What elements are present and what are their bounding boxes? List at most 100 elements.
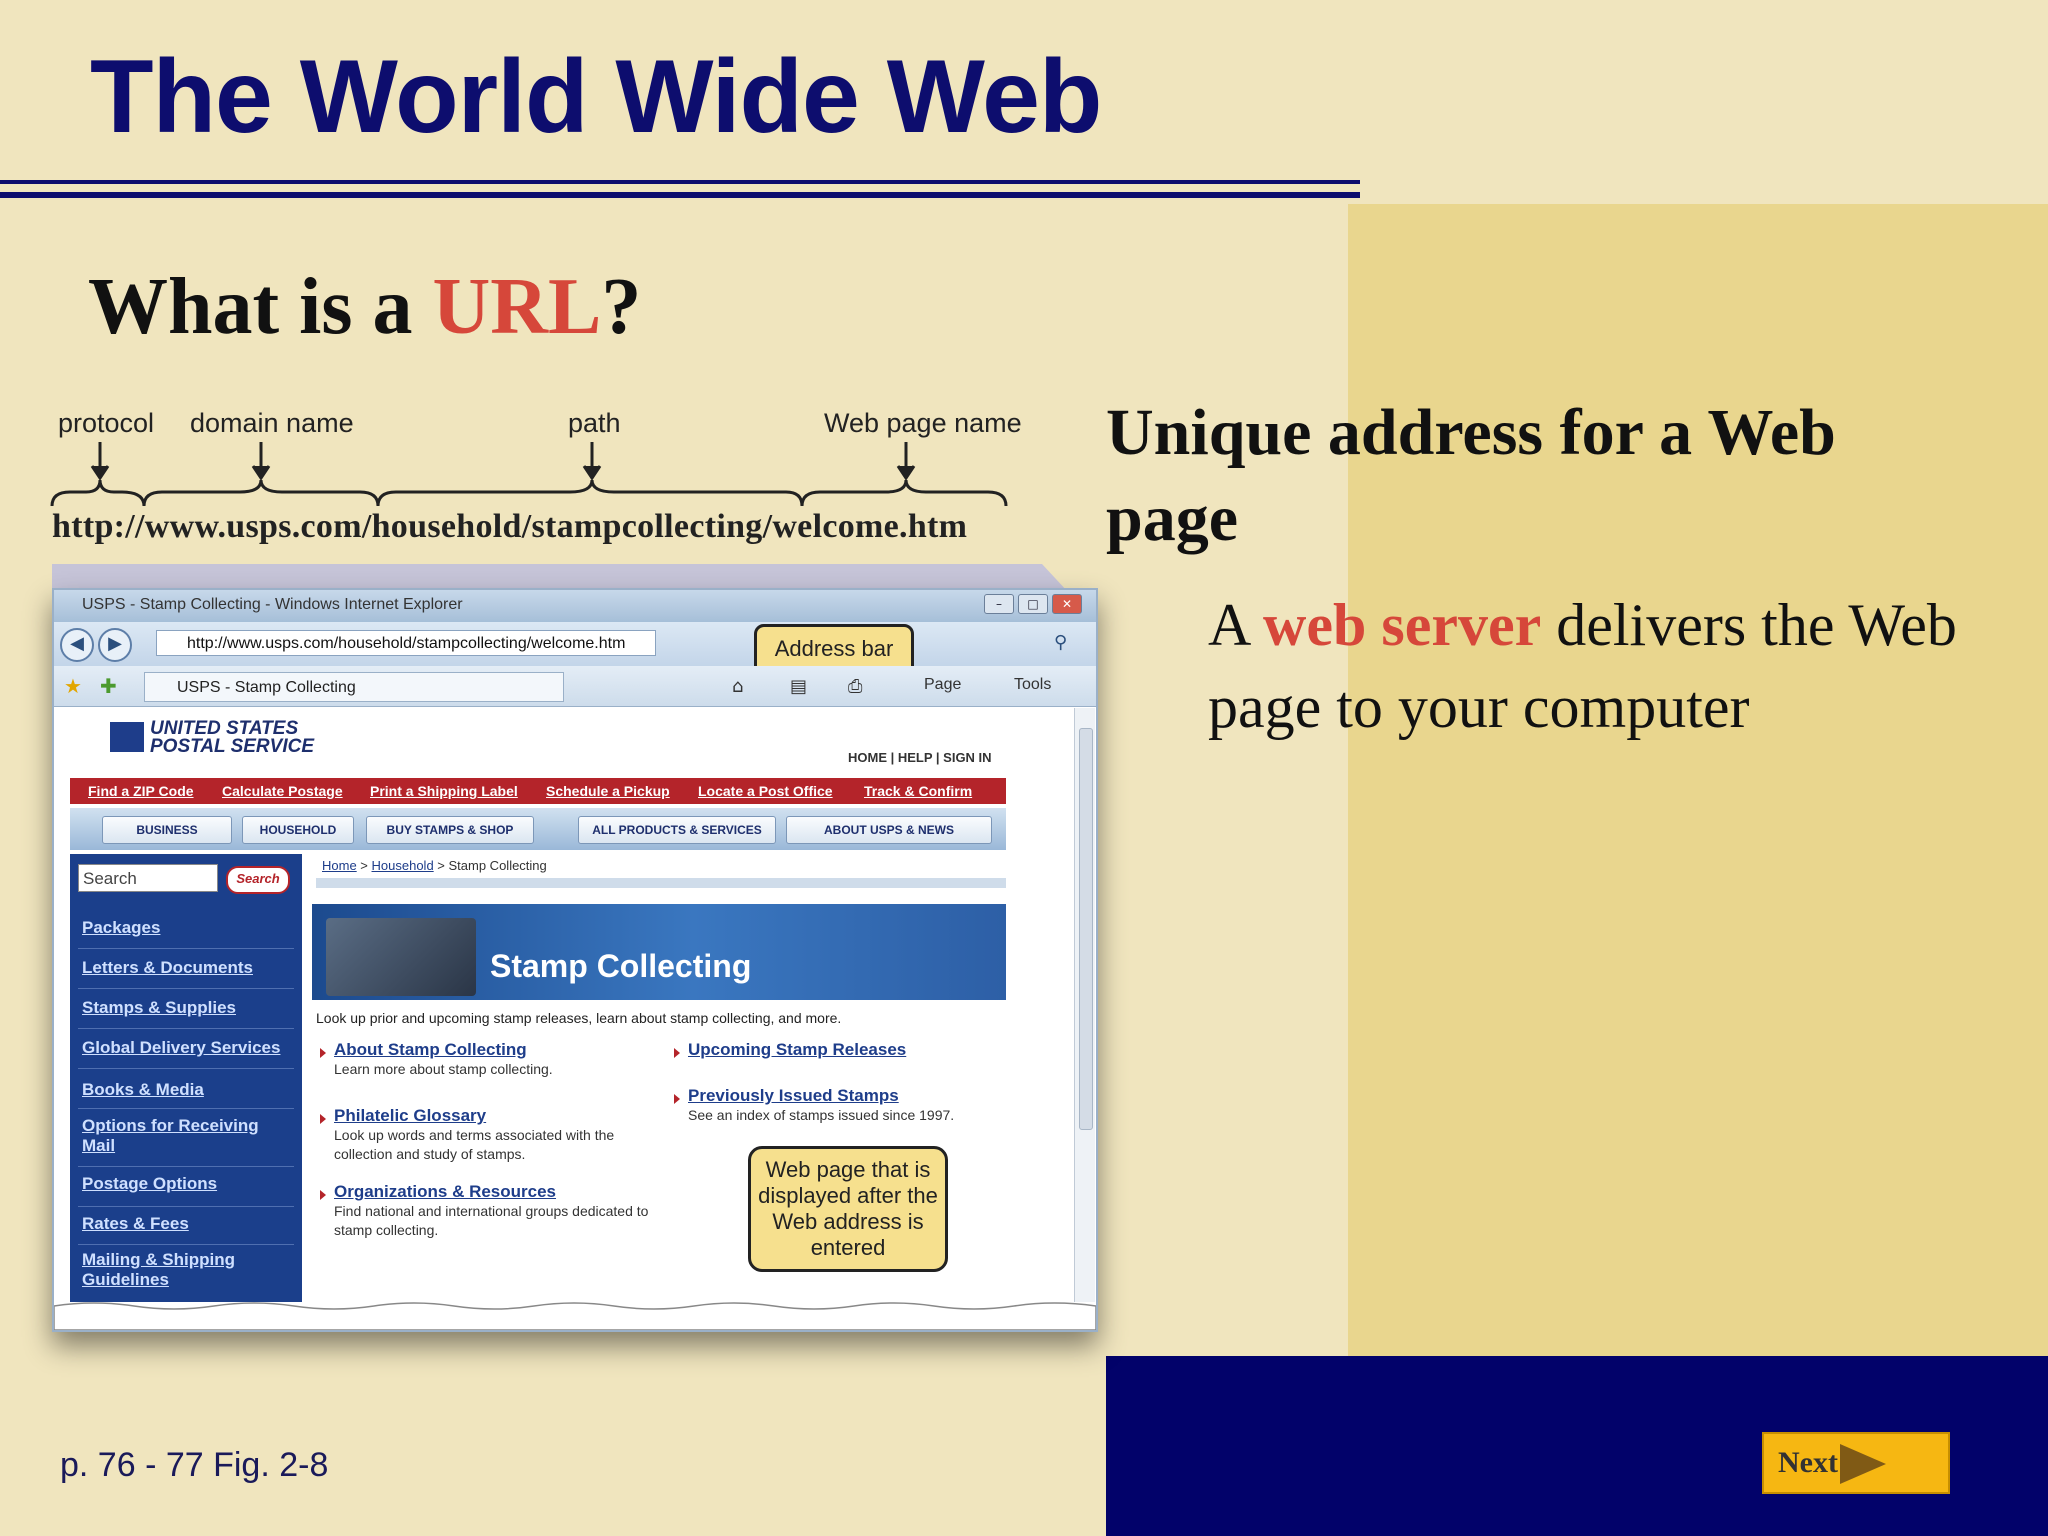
sidebar-item-stamps[interactable]: Stamps & Supplies: [82, 998, 236, 1018]
torn-edge: [54, 1302, 1096, 1330]
link-upcoming-stamp-releases[interactable]: Upcoming Stamp Releases: [688, 1040, 906, 1060]
sidebar-item-postage-options[interactable]: Postage Options: [82, 1174, 217, 1194]
next-label: Next: [1778, 1446, 1838, 1479]
search-button[interactable]: Search: [226, 866, 290, 894]
figure-caption: p. 76 - 77 Fig. 2-8: [60, 1446, 329, 1484]
link-locate-post-office[interactable]: Locate a Post Office: [698, 783, 833, 799]
article-desc: Learn more about stamp collecting.: [334, 1061, 553, 1077]
browser-navbar: ◀ ▶ http://www.usps.com/household/stampc…: [54, 622, 1096, 666]
sidebar: Search Search Packages Letters & Documen…: [70, 854, 302, 1302]
question-heading: What is a URL?: [88, 262, 641, 353]
breadcrumb-rule: [316, 878, 1006, 888]
bullet-icon: [320, 1048, 326, 1058]
browser-window: USPS - Stamp Collecting - Windows Intern…: [52, 588, 1098, 1332]
sidebar-item-mailing-guidelines[interactable]: Mailing & Shipping Guidelines: [82, 1250, 282, 1290]
page-menu[interactable]: Page: [924, 676, 961, 694]
sidebar-item-books-media[interactable]: Books & Media: [82, 1080, 204, 1100]
link-track-confirm[interactable]: Track & Confirm: [864, 783, 972, 799]
breadcrumb-household[interactable]: Household: [372, 858, 434, 873]
scrollbar-thumb[interactable]: [1079, 728, 1093, 1130]
sidebar-item-letters[interactable]: Letters & Documents: [82, 958, 253, 978]
feeds-icon[interactable]: ▤: [790, 676, 807, 697]
forward-icon[interactable]: ▶: [98, 628, 132, 662]
right-panel: [1348, 204, 2048, 1356]
bullet-icon: [674, 1048, 680, 1058]
sub-point-term: web server: [1263, 592, 1542, 658]
link-calculate-postage[interactable]: Calculate Postage: [222, 783, 343, 799]
question-prefix: What is a: [88, 263, 433, 351]
next-arrow-icon: [1840, 1444, 1886, 1484]
usps-logo[interactable]: UNITED STATES POSTAL SERVICE: [110, 718, 410, 758]
link-organizations-resources[interactable]: Organizations & Resources: [334, 1182, 556, 1202]
next-button[interactable]: Next: [1762, 1432, 1950, 1494]
article-desc: Look up words and terms associated with …: [334, 1127, 615, 1162]
web-page-callout: Web page that is displayed after the Web…: [748, 1146, 948, 1272]
sub-point-text: A web server delivers the Web page to yo…: [1208, 584, 2008, 748]
main-nav-bar: BUSINESS HOUSEHOLD BUY STAMPS & SHOP ALL…: [70, 808, 1006, 850]
tab-household[interactable]: HOUSEHOLD: [242, 816, 354, 844]
sub-point-prefix: A: [1208, 592, 1264, 658]
link-philatelic-glossary[interactable]: Philatelic Glossary: [334, 1106, 486, 1126]
intro-text: Look up prior and upcoming stamp release…: [316, 1010, 842, 1026]
article-desc: See an index of stamps issued since 1997…: [688, 1107, 955, 1123]
browser-window-title: USPS - Stamp Collecting - Windows Intern…: [82, 596, 463, 613]
address-bar-input[interactable]: http://www.usps.com/household/stampcolle…: [156, 630, 656, 656]
favorites-star-icon[interactable]: ★: [64, 674, 82, 698]
title-rule: [0, 180, 1360, 198]
question-suffix: ?: [601, 263, 642, 351]
search-icon[interactable]: ⚲: [1054, 632, 1067, 653]
breadcrumb: Home > Household > Stamp Collecting: [322, 858, 547, 873]
vertical-scrollbar[interactable]: [1074, 708, 1095, 1302]
url-brace-diagram: [50, 442, 1008, 507]
definition-text: Unique address for a Web page: [1106, 396, 1836, 555]
diagram-url: http://www.usps.com/household/stampcolle…: [52, 508, 968, 545]
slide-title: The World Wide Web: [90, 39, 1102, 155]
browser-titlebar: USPS - Stamp Collecting - Windows Intern…: [54, 590, 1096, 622]
link-find-zip[interactable]: Find a ZIP Code: [88, 783, 194, 799]
sidebar-divider: [78, 1028, 294, 1029]
bullet-icon: [674, 1094, 680, 1104]
tab-about-usps[interactable]: ABOUT USPS & NEWS: [786, 816, 992, 844]
bullet-icon: [320, 1114, 326, 1124]
banner-photo: [326, 918, 476, 996]
add-favorites-icon[interactable]: ✚: [100, 674, 117, 698]
article-desc: Find national and international groups d…: [334, 1203, 649, 1238]
sidebar-item-receiving-mail[interactable]: Options for Receiving Mail: [82, 1116, 282, 1156]
link-schedule-pickup[interactable]: Schedule a Pickup: [546, 783, 670, 799]
bullet-icon: [320, 1190, 326, 1200]
sidebar-divider: [78, 948, 294, 949]
sidebar-divider: [78, 1108, 294, 1109]
sidebar-item-packages[interactable]: Packages: [82, 918, 160, 938]
browser-toolbar: ★ ✚ USPS - Stamp Collecting ⌂ ▤ ⎙ Page T…: [54, 666, 1096, 707]
tab-all-products[interactable]: ALL PRODUCTS & SERVICES: [578, 816, 776, 844]
tools-menu[interactable]: Tools: [1014, 676, 1051, 694]
sidebar-item-global-delivery[interactable]: Global Delivery Services: [82, 1038, 280, 1058]
question-term: URL: [432, 263, 602, 351]
search-input[interactable]: Search: [78, 864, 218, 892]
close-icon[interactable]: ✕: [1052, 594, 1082, 614]
breadcrumb-current: Stamp Collecting: [448, 858, 547, 873]
sidebar-divider: [78, 1206, 294, 1207]
back-icon[interactable]: ◀: [60, 628, 94, 662]
home-icon[interactable]: ⌂: [732, 676, 743, 697]
link-previously-issued-stamps[interactable]: Previously Issued Stamps: [688, 1086, 899, 1106]
sidebar-item-rates-fees[interactable]: Rates & Fees: [82, 1214, 189, 1234]
maximize-icon[interactable]: □: [1018, 594, 1048, 614]
sidebar-divider: [78, 1244, 294, 1245]
sidebar-divider: [78, 1068, 294, 1069]
logo-text: UNITED STATES POSTAL SERVICE: [150, 718, 314, 757]
link-print-label[interactable]: Print a Shipping Label: [370, 783, 518, 799]
tab-business[interactable]: BUSINESS: [102, 816, 232, 844]
quick-tools-bar: Find a ZIP Code Calculate Postage Print …: [70, 778, 1006, 804]
tab-buy-stamps[interactable]: BUY STAMPS & SHOP: [366, 816, 534, 844]
breadcrumb-home[interactable]: Home: [322, 858, 357, 873]
sidebar-divider: [78, 988, 294, 989]
utility-links[interactable]: HOME | HELP | SIGN IN: [848, 750, 992, 765]
eagle-logo-icon: [110, 722, 144, 752]
print-icon[interactable]: ⎙: [848, 676, 862, 697]
sidebar-divider: [78, 1166, 294, 1167]
link-about-stamp-collecting[interactable]: About Stamp Collecting: [334, 1040, 527, 1060]
minimize-icon[interactable]: –: [984, 594, 1014, 614]
browser-tab[interactable]: USPS - Stamp Collecting: [144, 672, 564, 702]
page-banner: Stamp Collecting: [312, 904, 1006, 1000]
